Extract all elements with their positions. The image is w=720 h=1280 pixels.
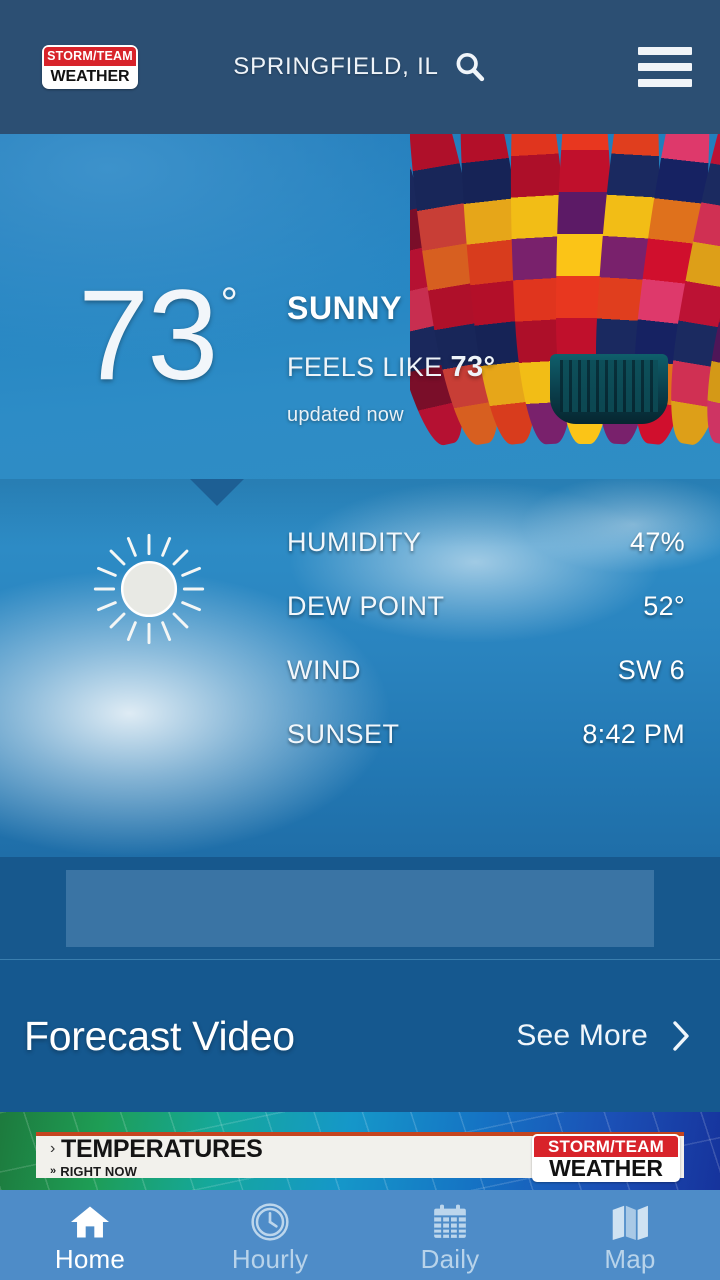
- banner-logo-line-1: STORM/TEAM: [534, 1136, 678, 1157]
- details-row-wind: WIND SW 6: [287, 655, 685, 719]
- detail-value: SW 6: [617, 655, 685, 685]
- condition-block: SUNNY FEELS LIKE 73° updated now: [287, 290, 496, 427]
- detail-value: 47%: [630, 527, 685, 557]
- nav-label-home: Home: [54, 1243, 126, 1274]
- app-header: STORM/TEAM WEATHER SPRINGFIELD, IL: [0, 0, 720, 134]
- bottom-navigation: Home Hourly Daily Map: [0, 1190, 720, 1280]
- see-more-label: See More: [516, 1019, 648, 1052]
- banner-headline: TEMPERATURES: [61, 1134, 263, 1163]
- hamburger-bar-1: [638, 47, 692, 55]
- detail-label: HUMIDITY: [287, 527, 422, 557]
- balloon-basket: [550, 354, 668, 424]
- ad-slot[interactable]: [0, 857, 720, 960]
- feels-like-row: FEELS LIKE 73°: [287, 351, 496, 384]
- banner-caret-icon: ›: [50, 1140, 56, 1157]
- clock-icon: [250, 1202, 290, 1242]
- logo-line-weather: WEATHER: [44, 66, 136, 87]
- home-icon: [69, 1202, 111, 1242]
- nav-item-home[interactable]: Home: [0, 1190, 180, 1280]
- forecast-video-title: Forecast Video: [24, 1012, 295, 1059]
- details-rows: HUMIDITY 47% DEW POINT 52° WIND SW 6 SUN…: [287, 527, 685, 783]
- banner-sub-caret-icon: »: [50, 1164, 57, 1177]
- details-row-humidity: HUMIDITY 47%: [287, 527, 685, 591]
- hamburger-bar-3: [638, 79, 692, 87]
- feels-like-label: FEELS LIKE: [287, 352, 443, 382]
- detail-label: WIND: [287, 655, 361, 685]
- banner-logo-line-2: WEATHER: [534, 1157, 678, 1180]
- details-row-sunset: SUNSET 8:42 PM: [287, 719, 685, 783]
- detail-label: DEW POINT: [287, 591, 445, 621]
- banner-headline-row: › TEMPERATURES: [50, 1134, 263, 1163]
- nav-label-daily: Daily: [420, 1243, 480, 1274]
- banner-subline: RIGHT NOW: [60, 1163, 137, 1179]
- nav-label-map: Map: [604, 1243, 656, 1274]
- storm-team-weather-logo[interactable]: STORM/TEAM WEATHER: [42, 45, 138, 89]
- current-temperature: 73 °: [78, 264, 238, 407]
- map-icon: [609, 1202, 651, 1242]
- logo-line-storm-team: STORM/TEAM: [44, 47, 136, 66]
- updated-timestamp: updated now: [287, 404, 404, 426]
- nav-item-daily[interactable]: Daily: [360, 1190, 540, 1280]
- banner-subline-row: » RIGHT NOW: [50, 1165, 263, 1178]
- see-more-button[interactable]: See More: [516, 1018, 694, 1054]
- banner-ad-card: › TEMPERATURES » RIGHT NOW STORM/TEAM WE…: [36, 1132, 684, 1182]
- feels-like-value: 73°: [450, 351, 496, 383]
- calendar-icon: [430, 1202, 470, 1242]
- weather-app-screen: STORM/TEAM WEATHER SPRINGFIELD, IL 73 ° …: [0, 0, 720, 1280]
- condition-name: SUNNY: [287, 290, 403, 326]
- hamburger-bar-2: [638, 63, 692, 71]
- sun-icon: [93, 533, 205, 645]
- detail-value: 52°: [643, 591, 685, 621]
- degree-symbol: °: [220, 279, 238, 328]
- detail-value: 8:42 PM: [582, 719, 685, 749]
- hamburger-menu-icon[interactable]: [638, 47, 692, 87]
- chevron-right-icon: [673, 1021, 689, 1051]
- search-icon[interactable]: [453, 50, 487, 84]
- banner-ad[interactable]: › TEMPERATURES » RIGHT NOW STORM/TEAM WE…: [0, 1112, 720, 1190]
- nav-item-map[interactable]: Map: [540, 1190, 720, 1280]
- detail-label: SUNSET: [287, 719, 400, 749]
- forecast-video-section[interactable]: Forecast Video See More: [0, 960, 720, 1112]
- location-label[interactable]: SPRINGFIELD, IL: [233, 53, 438, 81]
- banner-storm-team-logo: STORM/TEAM WEATHER: [532, 1134, 680, 1182]
- ad-placeholder-box[interactable]: [66, 870, 654, 947]
- nav-label-hourly: Hourly: [231, 1243, 309, 1274]
- current-temperature-value: 73: [78, 264, 218, 407]
- details-row-dew-point: DEW POINT 52°: [287, 591, 685, 655]
- banner-ad-texts: › TEMPERATURES » RIGHT NOW: [50, 1134, 263, 1178]
- nav-item-hourly[interactable]: Hourly: [180, 1190, 360, 1280]
